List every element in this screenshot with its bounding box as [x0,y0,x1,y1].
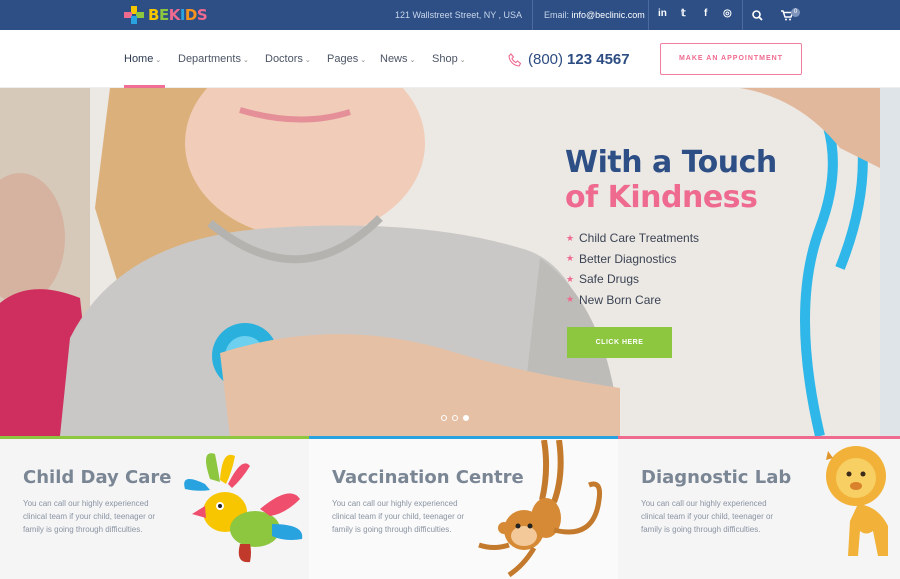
main-nav: Home ⌄ Departments ⌄ Doctors ⌄ Pages ⌄ News ⌄… [0,30,900,88]
make-appointment-button[interactable]: MAKE AN APPOINTMENT [660,43,802,75]
feature-label: Safe Drugs [579,272,640,287]
divider [532,0,533,30]
hero-title-line1: With a Touch [565,145,777,180]
twitter-icon[interactable]: 𝕥 [681,8,686,19]
email-label: Email: [544,10,570,20]
logo-letter: B [148,6,159,24]
email-address[interactable]: info@beclinic.com [572,10,645,20]
card-accent-bar [618,436,900,439]
slider-dot[interactable] [441,415,447,421]
parrot-icon [184,453,303,563]
list-item: ★ New Born Care [566,290,699,311]
phone-main: 123 4567 [567,51,630,68]
divider [648,0,649,30]
logo-cross-icon [124,6,144,24]
nav-item-shop[interactable]: Shop ⌄ [432,53,466,65]
nav-item-doctors[interactable]: Doctors ⌄ [265,53,311,65]
facebook-icon[interactable]: f [704,8,707,19]
nav-item-news[interactable]: News ⌄ [380,53,415,65]
chevron-down-icon: ⌄ [459,57,466,64]
phone-icon [508,52,522,67]
click-here-button[interactable]: CLICK HERE [567,327,672,358]
chevron-down-icon: ⌄ [409,57,416,64]
email-text[interactable]: Email: info@beclinic.com [544,10,645,20]
logo-letter: D [184,6,197,24]
service-card-diagnostic-lab[interactable]: Diagnostic Lab You can call our highly e… [618,436,900,579]
logo[interactable]: BEKIDS [124,6,208,24]
lion-icon [826,446,888,556]
linkedin-icon[interactable]: in [658,8,667,19]
cart-count-badge: 0 [791,8,800,17]
slider-dots [441,415,469,421]
hero-photo [0,88,900,436]
hero-title-line2: of Kindness [565,180,758,215]
logo-letter: E [158,6,169,24]
card-accent-bar [0,436,309,439]
chevron-down-icon: ⌄ [242,57,249,64]
monkey-icon [478,440,602,578]
star-icon: ★ [566,294,575,305]
nav-item-departments[interactable]: Departments ⌄ [178,53,249,65]
star-icon: ★ [566,253,575,264]
service-title: Diagnostic Lab [641,467,792,488]
logo-letter: S [196,6,208,24]
list-item: ★ Better Diagnostics [566,249,699,270]
hero-feature-list: ★ Child Care Treatments ★ Better Diagnosti… [566,228,699,310]
nav-label: Pages [327,53,359,65]
service-card-child-day-care[interactable]: Child Day Care You can call our highly e… [0,436,309,579]
instagram-icon[interactable]: ◎ [723,8,732,19]
slider-dot[interactable] [452,415,458,421]
feature-label: Child Care Treatments [579,231,700,246]
nav-label: Doctors [265,53,303,65]
service-description: You can call our highly experienced clin… [332,499,465,534]
feature-label: Better Diagnostics [579,251,677,266]
slider-dot-active[interactable] [463,415,469,421]
phone-prefix: (800) [528,51,564,68]
phone-number[interactable]: (800) 123 4567 [508,51,630,68]
nav-item-pages[interactable]: Pages ⌄ [327,53,366,65]
top-bar: BEKIDS 121 Wallstreet Street, NY , USA E… [0,0,900,30]
chevron-down-icon: ⌄ [360,57,367,64]
nav-label: News [380,53,408,65]
star-icon: ★ [566,273,575,284]
nav-label: Home [124,53,154,65]
list-item: ★ Safe Drugs [566,269,699,290]
card-accent-bar [309,436,618,439]
services-strip: Child Day Care You can call our highly e… [0,436,900,579]
list-item: ★ Child Care Treatments [566,228,699,249]
logo-text: BEKIDS [148,6,208,24]
chevron-down-icon: ⌄ [155,57,162,64]
service-card-vaccination-centre[interactable]: Vaccination Centre You can call our high… [309,436,618,579]
nav-label: Departments [178,53,241,65]
service-description: You can call our highly experienced clin… [641,499,774,534]
hero-slider: With a Touch of Kindness ★ Child Care Tre… [0,88,900,436]
service-title: Child Day Care [23,467,172,488]
nav-label: Shop [432,53,458,65]
logo-letter: K [168,6,181,24]
feature-label: New Born Care [579,292,662,307]
chevron-down-icon: ⌄ [304,57,311,64]
divider [742,0,743,30]
star-icon: ★ [566,232,575,243]
nav-item-home[interactable]: Home ⌄ [124,53,161,65]
address-text: 121 Wallstreet Street, NY , USA [395,10,523,20]
search-icon[interactable] [752,10,763,21]
service-description: You can call our highly experienced clin… [23,499,156,534]
